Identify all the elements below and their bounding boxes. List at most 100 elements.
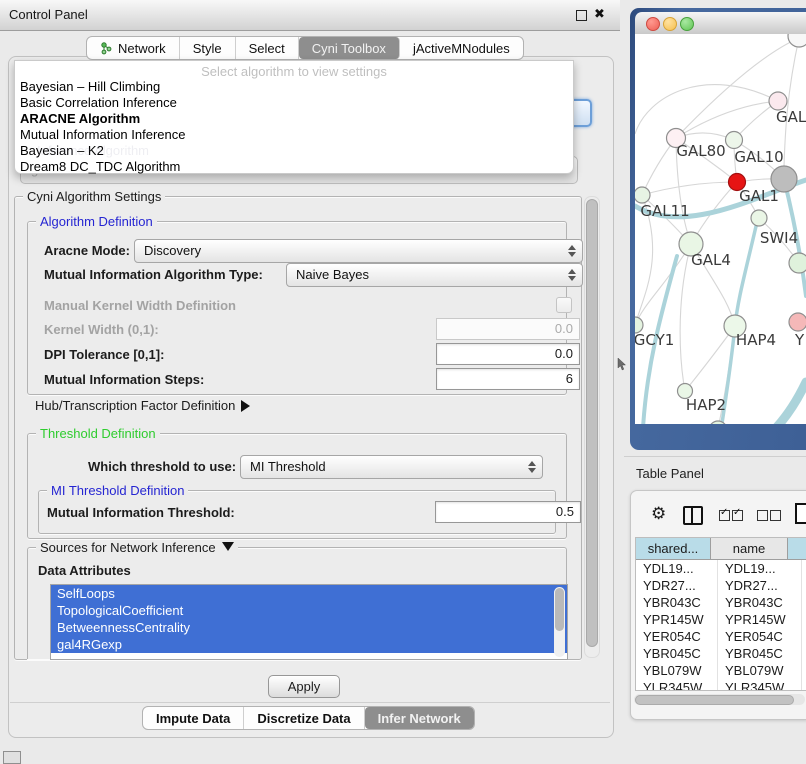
column-header-partial[interactable]: A (788, 538, 806, 559)
aracne-mode-combo[interactable]: Discovery (134, 239, 583, 263)
threshold-definition-group: Threshold Definition Which threshold to … (27, 433, 567, 539)
mac-zoom-button[interactable] (680, 17, 694, 31)
mi-steps-label: Mutual Information Steps: (44, 372, 204, 387)
list-item[interactable]: gal4RGexp (51, 636, 567, 653)
export-table-icon[interactable] (795, 503, 806, 524)
mouse-cursor (617, 358, 627, 371)
dropdown-item-basic-correlation[interactable]: Basic Correlation Inference (20, 95, 177, 110)
list-scrollbar[interactable] (554, 587, 565, 657)
kernel-width-field[interactable]: 0.0 (436, 318, 580, 340)
network-canvas[interactable]: GAL GAL80 GAL10 GAL1 GAL11 SWI4 GAL4 GCY… (635, 34, 806, 424)
mi-threshold-label: Mutual Information Threshold: (47, 505, 235, 520)
list-item[interactable]: SelfLoops (51, 585, 567, 602)
divider (10, 702, 610, 703)
tab-network[interactable]: Network (87, 37, 180, 59)
network-view-window: GAL GAL80 GAL10 GAL1 GAL11 SWI4 GAL4 GCY… (630, 8, 806, 450)
node-swi4[interactable] (751, 210, 767, 226)
table-row[interactable]: YBR043CYBR043C (636, 594, 806, 611)
hub-definition-toggle[interactable]: Hub/Transcription Factor Definition (35, 398, 256, 413)
tab-select[interactable]: Select (236, 37, 299, 59)
node-gal10[interactable] (726, 132, 743, 149)
dpi-tolerance-label: DPI Tolerance [0,1]: (44, 347, 164, 362)
ghost-group-title: Inference Algorithm (37, 143, 149, 158)
gear-icon[interactable]: ⚙ (651, 504, 666, 524)
node-label: GAL10 (734, 148, 783, 166)
mi-threshold-group: MI Threshold Definition Mutual Informati… (38, 490, 556, 534)
aracne-mode-label: Aracne Mode: (44, 243, 130, 258)
manual-kernel-checkbox[interactable] (556, 297, 572, 313)
mi-steps-field[interactable]: 6 (436, 368, 580, 390)
control-panel-titlebar: Control Panel ✖ (0, 0, 620, 31)
node-label: HAP4 (736, 331, 776, 349)
column-header-name[interactable]: name (711, 538, 788, 559)
settings-scrollbar[interactable] (584, 196, 600, 658)
algorithm-dropdown-popup: Select algorithm to view settings Bayesi… (14, 60, 574, 174)
node-labels: GAL GAL80 GAL10 GAL1 GAL11 SWI4 GAL4 GCY… (635, 108, 806, 414)
which-threshold-label: Which threshold to use: (88, 459, 236, 474)
manual-kernel-label: Manual Kernel Width Definition (44, 298, 236, 313)
divider (624, 456, 806, 457)
node-label: SWI4 (760, 229, 798, 247)
table-panel-window: ⚙ shared... name A YDL19...YDL19...13 YD… (630, 490, 806, 720)
dpi-tolerance-field[interactable]: 0.0 (436, 343, 580, 365)
node-label: GAL1 (739, 187, 779, 205)
mi-type-label: Mutual Information Algorithm Type: (44, 267, 263, 282)
data-attributes-label: Data Attributes (38, 563, 131, 578)
list-item[interactable]: TopologicalCoefficient (51, 602, 567, 619)
expanded-arrow-icon (222, 542, 234, 557)
mi-type-combo[interactable]: Naive Bayes (286, 263, 583, 287)
algorithm-definition-title: Algorithm Definition (36, 214, 157, 229)
dropdown-item-aracne[interactable]: ARACNE Algorithm (20, 111, 140, 126)
table-row[interactable]: YBL079WYBL079W (636, 662, 806, 679)
column-header-shared-name[interactable]: shared... (636, 538, 711, 559)
table-row[interactable]: YDL19...YDL19...13 (636, 560, 806, 577)
tab-cyni-toolbox[interactable]: Cyni Toolbox (299, 37, 400, 59)
apply-button[interactable]: Apply (268, 675, 340, 698)
data-attributes-list[interactable]: SelfLoops TopologicalCoefficient Between… (50, 584, 568, 660)
tab-infer-network[interactable]: Infer Network (365, 707, 474, 729)
which-threshold-combo[interactable]: MI Threshold (240, 455, 543, 479)
collapsed-arrow-icon (241, 400, 256, 412)
table-row[interactable]: YBR045CYBR045C9. (636, 645, 806, 662)
node-label: GCY1 (635, 331, 674, 349)
mac-minimize-button[interactable] (663, 17, 677, 31)
dock-panel-icon[interactable] (3, 751, 21, 764)
table-row[interactable]: YLR345WYLR345W9. (636, 679, 806, 691)
network-window-titlebar (635, 12, 806, 35)
algorithm-definition-group: Algorithm Definition Aracne Mode: Discov… (27, 221, 567, 395)
node[interactable] (709, 421, 727, 424)
select-all-columns-icon[interactable] (719, 509, 745, 524)
node-table[interactable]: shared... name A YDL19...YDL19...13 YDR2… (635, 537, 806, 691)
node-label: Y (794, 331, 805, 349)
table-horizontal-scrollbar[interactable] (634, 694, 805, 705)
node-y-partial[interactable] (789, 313, 806, 331)
close-icon[interactable]: ✖ (594, 6, 605, 22)
dropdown-item-mutual-info[interactable]: Mutual Information Inference (20, 127, 185, 142)
mac-close-button[interactable] (646, 17, 660, 31)
columns-icon[interactable] (683, 506, 703, 525)
network-graph: GAL GAL80 GAL10 GAL1 GAL11 SWI4 GAL4 GCY… (635, 34, 806, 424)
float-window-icon[interactable] (576, 10, 587, 21)
table-row[interactable]: YER054CYER054C8. (636, 628, 806, 645)
table-row[interactable]: YDR27...YDR27...12 (636, 577, 806, 594)
node-gal11[interactable] (635, 187, 650, 203)
kernel-width-label: Kernel Width (0,1): (44, 322, 159, 337)
node[interactable] (788, 34, 806, 47)
sources-group-title[interactable]: Sources for Network Inference (36, 540, 238, 557)
node[interactable] (789, 253, 806, 273)
tab-impute-data[interactable]: Impute Data (143, 707, 244, 729)
node-label: GAL11 (640, 202, 689, 220)
unselect-all-columns-icon[interactable] (757, 509, 783, 524)
list-item[interactable]: BetweennessCentrality (51, 619, 567, 636)
tab-style[interactable]: Style (180, 37, 236, 59)
dropdown-placeholder: Select algorithm to view settings (15, 64, 573, 79)
table-header: shared... name A (636, 538, 806, 560)
network-icon (100, 42, 113, 55)
tab-discretize-data[interactable]: Discretize Data (244, 707, 364, 729)
dropdown-item-bayes-hill[interactable]: Bayesian – Hill Climbing (20, 79, 160, 94)
table-row[interactable]: YPR145WYPR145W9. (636, 611, 806, 628)
dropdown-item-dream8[interactable]: Dream8 DC_TDC Algorithm (20, 159, 180, 174)
mi-threshold-field[interactable]: 0.5 (435, 501, 581, 523)
mi-threshold-group-title: MI Threshold Definition (47, 483, 188, 498)
tab-jactivemnodules[interactable]: jActiveMNodules (400, 37, 523, 59)
